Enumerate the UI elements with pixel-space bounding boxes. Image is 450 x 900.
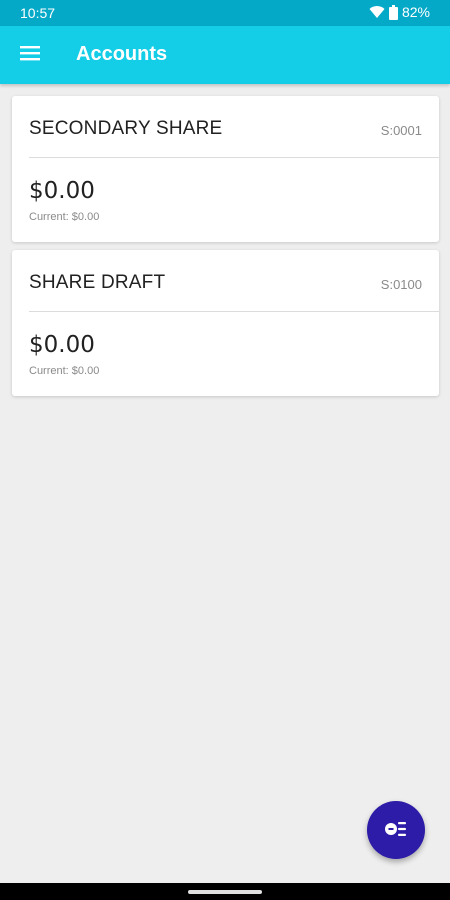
- page-title: Accounts: [76, 43, 168, 65]
- card-divider: [29, 311, 439, 312]
- account-name: SECONDARY SHARE: [29, 118, 223, 139]
- app-bar: Accounts: [0, 26, 450, 84]
- menu-button[interactable]: [8, 33, 52, 77]
- menu-icon: [20, 45, 40, 66]
- account-card[interactable]: SHARE DRAFT S:0100 $0.00 Current: $0.00: [12, 250, 439, 396]
- wifi-icon: [369, 5, 385, 19]
- account-card[interactable]: SECONDARY SHARE S:0001 $0.00 Current: $0…: [12, 96, 439, 242]
- accounts-list: SECONDARY SHARE S:0001 $0.00 Current: $0…: [12, 96, 439, 404]
- account-current-balance: Current: $0.00: [29, 365, 100, 377]
- account-balance: $0.00: [29, 332, 95, 358]
- account-current-balance: Current: $0.00: [29, 211, 100, 223]
- transfer-fab-button[interactable]: [367, 801, 425, 859]
- status-bar: 10:57 82%: [0, 0, 450, 26]
- card-divider: [29, 157, 439, 158]
- account-name: SHARE DRAFT: [29, 272, 166, 293]
- transfer-money-icon: [384, 818, 408, 843]
- account-balance: $0.00: [29, 178, 95, 204]
- system-nav-bar: [0, 883, 450, 900]
- status-icons: 82%: [369, 4, 430, 20]
- home-indicator[interactable]: [188, 890, 262, 894]
- account-id: S:0001: [380, 123, 422, 138]
- battery-icon: [388, 4, 398, 20]
- status-time: 10:57: [20, 5, 56, 21]
- account-id: S:0100: [380, 277, 422, 292]
- battery-percent: 82%: [401, 4, 430, 20]
